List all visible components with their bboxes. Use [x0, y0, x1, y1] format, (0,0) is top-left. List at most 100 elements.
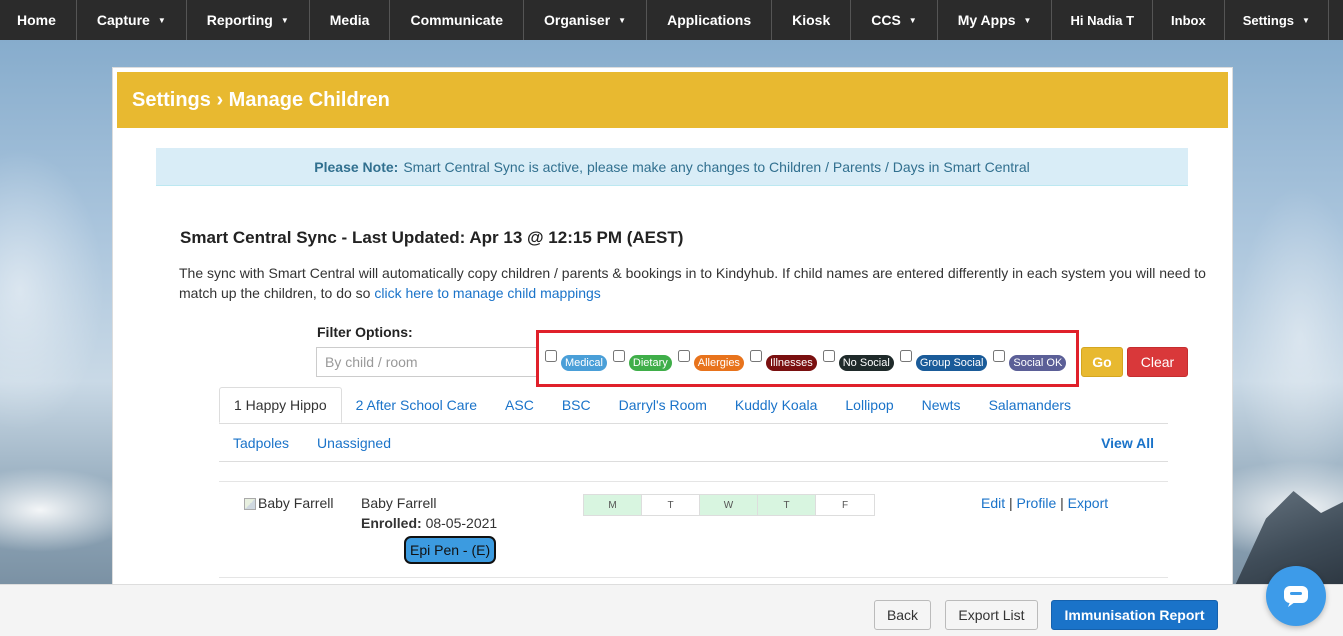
filter-allergies-checkbox[interactable] [677, 349, 690, 362]
day-cell: F [841, 499, 849, 511]
clear-button[interactable]: Clear [1127, 347, 1188, 377]
caret-down-icon: ▼ [618, 15, 627, 25]
go-button[interactable]: Go [1081, 347, 1123, 377]
sync-notice: Please Note: Smart Central Sync is activ… [156, 148, 1188, 186]
chat-icon [1284, 586, 1308, 607]
action-separator: | [1009, 495, 1013, 511]
back-button[interactable]: Back [874, 600, 931, 630]
filter-tag-illnesses: Illnesses [749, 349, 817, 371]
child-room-filter-input[interactable] [316, 347, 538, 377]
nav-label: Kiosk [792, 12, 831, 28]
child-name: Baby Farrell [361, 495, 437, 511]
room-tabs-row-2: Tadpoles Unassigned View All [219, 424, 1168, 462]
filter-illnesses-checkbox[interactable] [749, 349, 762, 362]
nav-applications[interactable]: Applications [647, 0, 773, 40]
action-separator: | [1060, 495, 1064, 511]
nav-home[interactable]: Home [0, 0, 77, 40]
filter-tag-no-social: No Social [822, 349, 894, 371]
nav-label: Capture [96, 12, 150, 28]
filter-social-ok-checkbox[interactable] [993, 349, 1006, 362]
filter-tag-group-social: Group Social [899, 349, 988, 371]
day-cell: W [700, 495, 758, 515]
view-all-link[interactable]: View All [1087, 424, 1168, 461]
nav-hi-nadia-t[interactable]: Hi Nadia T [1052, 0, 1154, 40]
tab-room[interactable]: Salamanders [975, 387, 1086, 423]
filter-group-social-checkbox[interactable] [899, 349, 912, 362]
tab-room[interactable]: Darryl's Room [605, 387, 721, 423]
nav-capture[interactable]: Capture ▼ [77, 0, 187, 40]
filter-options-label: Filter Options: [317, 324, 413, 340]
child-row: Baby Farrell Baby Farrell Enrolled: 08-0… [219, 483, 1168, 577]
export-list-button[interactable]: Export List [945, 600, 1038, 630]
tab-room[interactable]: Lollipop [831, 387, 907, 423]
broken-image-icon [244, 498, 256, 510]
caret-down-icon: ▼ [1023, 15, 1032, 25]
tab-room[interactable]: Unassigned [303, 424, 405, 461]
nav-reporting[interactable]: Reporting ▼ [187, 0, 310, 40]
tag-label: Group Social [915, 354, 988, 371]
sync-notice-label: Please Note: [314, 158, 399, 175]
nav-media[interactable]: Media [310, 0, 391, 40]
immunisation-report-button[interactable]: Immunisation Report [1051, 600, 1218, 630]
nav-left-group: Home Capture ▼ Reporting ▼ Media Communicate Or… [0, 0, 1053, 40]
filter-dietary-checkbox[interactable] [612, 349, 625, 362]
nav-label: Reporting [206, 12, 273, 28]
tag-label: Illnesses [765, 354, 817, 371]
day-cell: M [584, 495, 642, 515]
caret-down-icon: ▼ [157, 15, 166, 25]
manage-child-mappings-link[interactable]: click here to manage child mappings [374, 285, 600, 301]
room-tabs: 1 Happy Hippo 2 After School Care ASC BSC Da… [219, 387, 1168, 462]
tab-room[interactable]: ASC [491, 387, 548, 423]
export-link[interactable]: Export [1068, 495, 1108, 511]
nav-label: Media [329, 12, 370, 28]
nav-label: Applications [667, 12, 752, 28]
tab-room[interactable]: Kuddly Koala [721, 387, 832, 423]
filter-medical-checkbox[interactable] [545, 349, 557, 362]
nav-label: Home [17, 12, 56, 28]
sync-description: The sync with Smart Central will automat… [179, 263, 1219, 303]
tag-label: Dietary [628, 354, 672, 371]
enrolled-date: 08-05-2021 [425, 515, 498, 531]
enrolled-label: Enrolled: [361, 515, 422, 531]
tab-room[interactable]: Newts [908, 387, 975, 423]
filter-tag-allergies: Allergies [677, 349, 744, 371]
nav-label: Organiser [544, 12, 611, 28]
day-cell: T [642, 495, 700, 515]
filter-tags-group: Medical Dietary Allergies Illnesses No Socia… [536, 330, 1079, 387]
nav-kiosk[interactable]: Kiosk [772, 0, 852, 40]
nav-label: CCS [871, 12, 901, 28]
tag-label: No Social [838, 354, 894, 371]
medical-badge: Epi Pen - (E) [404, 536, 497, 564]
caret-down-icon: ▼ [280, 15, 289, 25]
tab-room[interactable]: 2 After School Care [342, 387, 491, 423]
manage-children-panel: Settings › Manage Children Please Note: … [112, 67, 1233, 597]
chat-button[interactable] [1266, 566, 1326, 626]
sync-notice-text: Smart Central Sync is active, please mak… [403, 158, 1030, 175]
filter-tag-social-ok: Social OK [993, 349, 1067, 371]
nav-inbox[interactable]: Inbox [1153, 0, 1225, 40]
profile-link[interactable]: Profile [1017, 495, 1057, 511]
child-photo: Baby Farrell [244, 495, 333, 511]
nav-right-group: Hi Nadia T Inbox Settings ▼ Help▼ [1052, 0, 1343, 40]
edit-link[interactable]: Edit [981, 495, 1005, 511]
nav-my-apps[interactable]: My Apps ▼ [938, 0, 1053, 40]
nav-label: Hi Nadia T [1070, 12, 1135, 28]
nav-communicate[interactable]: Communicate [390, 0, 525, 40]
tag-label: Allergies [693, 354, 744, 371]
caret-down-icon: ▼ [1302, 15, 1310, 25]
nav-ccs[interactable]: CCS ▼ [851, 0, 938, 40]
tab-room[interactable]: Tadpoles [219, 424, 303, 461]
sync-description-text: The sync with Smart Central will automat… [179, 265, 1206, 301]
tab-room[interactable]: 1 Happy Hippo [219, 387, 342, 423]
tab-room[interactable]: BSC [548, 387, 605, 423]
nav-organiser[interactable]: Organiser ▼ [524, 0, 648, 40]
nav-settings[interactable]: Settings ▼ [1225, 0, 1329, 40]
nav-label: Inbox [1171, 12, 1206, 28]
nav-label: Settings [1242, 12, 1295, 28]
nav-help[interactable]: Help▼ [1329, 0, 1343, 40]
top-navigation: Home Capture ▼ Reporting ▼ Media Communicate Or… [0, 0, 1343, 40]
child-photo-alt: Baby Farrell [258, 495, 334, 511]
filter-no-social-checkbox[interactable] [822, 349, 835, 362]
child-enrolled: Enrolled: 08-05-2021 [361, 515, 497, 531]
caret-down-icon: ▼ [908, 15, 917, 25]
